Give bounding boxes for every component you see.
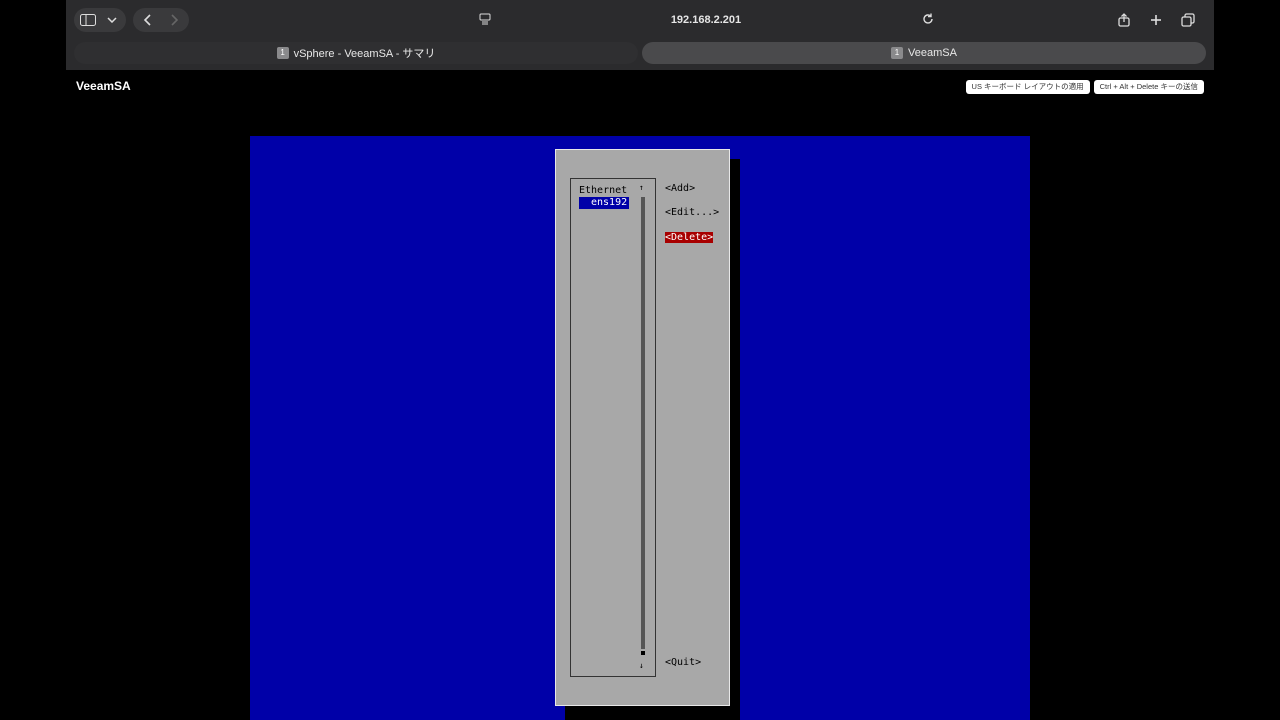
- scroll-down-arrow[interactable]: ↓: [639, 661, 644, 670]
- browser-toolbar: 192.168.2.201: [66, 0, 1214, 40]
- tab-bar: 1 vSphere - VeeamSA - サマリ 1 VeeamSA: [74, 42, 1206, 64]
- sidebar-icon[interactable]: [74, 8, 102, 32]
- sidebar-toggle-group: [74, 8, 126, 32]
- add-button[interactable]: <Add>: [665, 183, 695, 194]
- network-dialog: Ethernet ens192 ↑ ↓ <Add> <Edit...> <Del…: [555, 149, 730, 706]
- forward-icon[interactable]: [161, 8, 189, 32]
- chevron-down-icon[interactable]: [102, 8, 122, 32]
- site-settings-icon[interactable]: [479, 13, 491, 28]
- page-title: VeeamSA: [76, 79, 131, 93]
- tab-badge: 1: [891, 47, 904, 59]
- edit-button[interactable]: <Edit...>: [665, 207, 719, 218]
- console-actions: US キーボード レイアウトの適用 Ctrl + Alt + Delete キー…: [965, 80, 1204, 94]
- address-text: 192.168.2.201: [670, 14, 742, 26]
- quit-button[interactable]: <Quit>: [665, 657, 701, 668]
- tab-badge: 1: [276, 47, 289, 59]
- delete-button[interactable]: <Delete>: [665, 232, 714, 243]
- new-tab-icon[interactable]: [1142, 8, 1170, 32]
- list-header-ethernet: Ethernet: [579, 185, 628, 196]
- reload-icon[interactable]: [921, 12, 935, 29]
- tab-vsphere[interactable]: 1 vSphere - VeeamSA - サマリ: [74, 42, 638, 64]
- share-icon[interactable]: [1110, 8, 1138, 32]
- list-item-ens192[interactable]: ens192: [579, 197, 629, 209]
- back-icon[interactable]: [133, 8, 161, 32]
- tab-veeamsa[interactable]: 1 VeeamSA: [642, 42, 1206, 64]
- tab-label: VeeamSA: [908, 47, 957, 59]
- us-keyboard-button[interactable]: US キーボード レイアウトの適用: [965, 80, 1090, 94]
- address-bar[interactable]: 192.168.2.201: [471, 8, 941, 32]
- history-nav-group: [133, 8, 189, 32]
- list-scrollbar[interactable]: [641, 197, 645, 649]
- tab-label: vSphere - VeeamSA - サマリ: [293, 48, 436, 60]
- tab-overview-icon[interactable]: [1174, 8, 1202, 32]
- connection-list[interactable]: Ethernet ens192 ↑ ↓: [570, 178, 656, 677]
- toolbar-actions: [1110, 8, 1202, 32]
- send-ctrl-alt-delete-button[interactable]: Ctrl + Alt + Delete キーの送信: [1093, 80, 1204, 94]
- scrollbar-thumb[interactable]: [641, 651, 645, 655]
- remote-console[interactable]: Ethernet ens192 ↑ ↓ <Add> <Edit...> <Del…: [250, 136, 1030, 720]
- scroll-up-arrow[interactable]: ↑: [639, 183, 644, 192]
- browser-chrome: 192.168.2.201 1 vSphere - VeeamSA - サマリ …: [66, 0, 1214, 70]
